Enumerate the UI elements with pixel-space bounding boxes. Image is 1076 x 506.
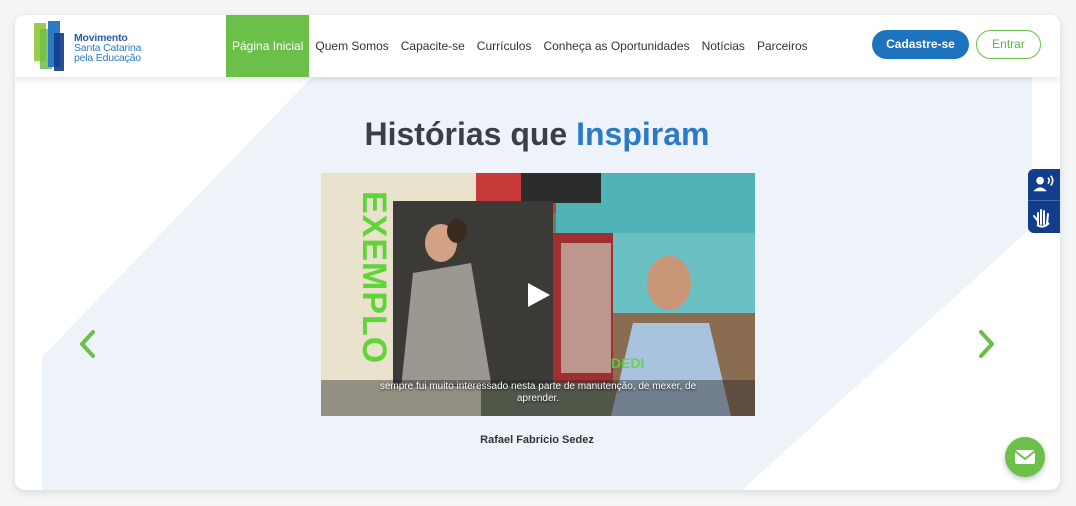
hero-section: Histórias que Inspiram EXEMPLO DEDI semp… <box>42 77 1032 490</box>
video-subtitle: sempre fui muito interessado nesta parte… <box>379 381 697 404</box>
nav-item-pagina-inicial[interactable]: Página Inicial <box>226 15 310 77</box>
hero-title: Histórias que Inspiram <box>42 116 1032 153</box>
logo-line-3: pela Educação <box>74 52 141 64</box>
svg-text:DEDI: DEDI <box>611 355 644 371</box>
audio-description-icon[interactable] <box>1028 169 1060 201</box>
chevron-right-icon[interactable] <box>977 329 997 359</box>
nav-item-quem-somos[interactable]: Quem Somos <box>309 15 394 77</box>
nav-item-capacite-se[interactable]: Capacite-se <box>395 15 471 77</box>
video-overlay-word: EXEMPLO <box>355 191 393 364</box>
nav-item-parceiros[interactable]: Parceiros <box>751 15 814 77</box>
hero-title-highlight: Inspiram <box>576 116 710 152</box>
sign-language-icon[interactable] <box>1028 201 1060 233</box>
main-nav: Página Inicial Quem Somos Capacite-se Cu… <box>226 15 814 77</box>
logo-mark-icon <box>34 21 64 71</box>
logo-text: Movimento Santa Catarina pela Educação <box>74 33 141 64</box>
nav-item-noticias[interactable]: Notícias <box>696 15 751 77</box>
video-player[interactable]: EXEMPLO DEDI sempre fui muito interessad… <box>321 173 755 416</box>
nav-item-oportunidades[interactable]: Conheça as Oportunidades <box>537 15 695 77</box>
site-header: Movimento Santa Catarina pela Educação P… <box>15 15 1060 77</box>
accessibility-widget <box>1028 169 1060 233</box>
page-card: Movimento Santa Catarina pela Educação P… <box>15 15 1060 490</box>
play-icon[interactable] <box>524 281 552 309</box>
login-button[interactable]: Entrar <box>976 30 1041 59</box>
nav-item-curriculos[interactable]: Currículos <box>471 15 538 77</box>
contact-button[interactable] <box>1005 437 1045 477</box>
envelope-icon <box>1014 450 1036 464</box>
register-button[interactable]: Cadastre-se <box>872 30 969 59</box>
chevron-left-icon[interactable] <box>77 329 97 359</box>
site-logo[interactable]: Movimento Santa Catarina pela Educação <box>32 19 152 73</box>
video-caption: Rafael Fabricio Sedez <box>480 434 594 446</box>
hero-title-plain: Histórias que <box>364 116 568 152</box>
